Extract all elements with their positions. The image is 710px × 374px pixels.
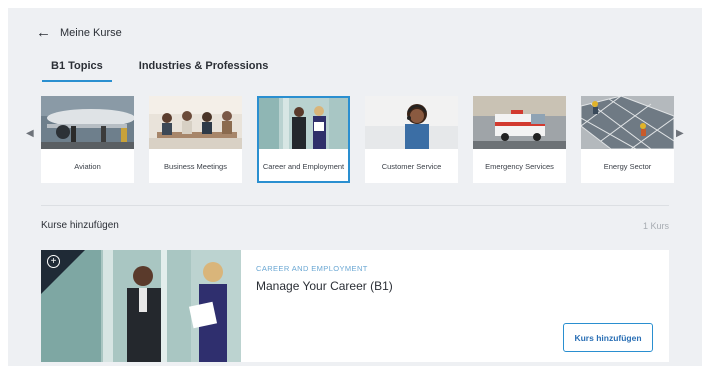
business-meetings-image bbox=[149, 96, 242, 149]
arrow-left-icon: ← bbox=[36, 24, 51, 41]
topic-label: Business Meetings bbox=[164, 161, 227, 171]
course-title: Manage Your Career (B1) bbox=[256, 279, 393, 293]
add-course-button[interactable]: Kurs hinzufügen bbox=[563, 323, 653, 352]
topic-label: Energy Sector bbox=[603, 161, 652, 171]
aviation-image bbox=[41, 96, 134, 149]
topic-label: Emergency Services bbox=[485, 161, 554, 171]
career-employment-image bbox=[259, 98, 348, 151]
energy-sector-image bbox=[581, 96, 674, 149]
topic-card-career-and-employment[interactable]: Career and Employment bbox=[257, 96, 350, 183]
tab-industries-professions[interactable]: Industries & Professions bbox=[130, 60, 278, 82]
topic-card-customer-service[interactable]: Customer Service bbox=[365, 96, 458, 183]
topic-card-aviation[interactable]: Aviation bbox=[41, 96, 134, 183]
course-card: + CAREER AND EMPLOYMENT Manage Your Care… bbox=[41, 250, 669, 362]
chevron-left-icon[interactable]: ◀ bbox=[26, 128, 34, 139]
course-category: CAREER AND EMPLOYMENT bbox=[256, 264, 368, 273]
topic-label: Career and Employment bbox=[262, 161, 345, 171]
emergency-services-image bbox=[473, 96, 566, 149]
course-image: + bbox=[41, 250, 241, 362]
topic-card-emergency-services[interactable]: Emergency Services bbox=[473, 96, 566, 183]
course-count: 1 Kurs bbox=[642, 221, 669, 231]
customer-service-image bbox=[365, 96, 458, 149]
topic-tabs: B1 Topics Industries & Professions bbox=[42, 60, 277, 82]
topic-label: Customer Service bbox=[381, 161, 442, 171]
section-divider bbox=[41, 205, 669, 206]
tab-b1-topics[interactable]: B1 Topics bbox=[42, 60, 112, 82]
back-label: Meine Kurse bbox=[60, 26, 122, 39]
plus-circle-icon[interactable]: + bbox=[47, 255, 60, 268]
topic-card-energy-sector[interactable]: Energy Sector bbox=[581, 96, 674, 183]
topic-carousel: Aviation Business Meetings Career and Em… bbox=[41, 96, 674, 183]
section-title: Kurse hinzufügen bbox=[41, 220, 119, 231]
chevron-right-icon[interactable]: ▶ bbox=[676, 128, 684, 139]
topic-label: Aviation bbox=[74, 161, 101, 171]
back-link[interactable]: ← Meine Kurse bbox=[36, 25, 122, 40]
topic-card-business-meetings[interactable]: Business Meetings bbox=[149, 96, 242, 183]
